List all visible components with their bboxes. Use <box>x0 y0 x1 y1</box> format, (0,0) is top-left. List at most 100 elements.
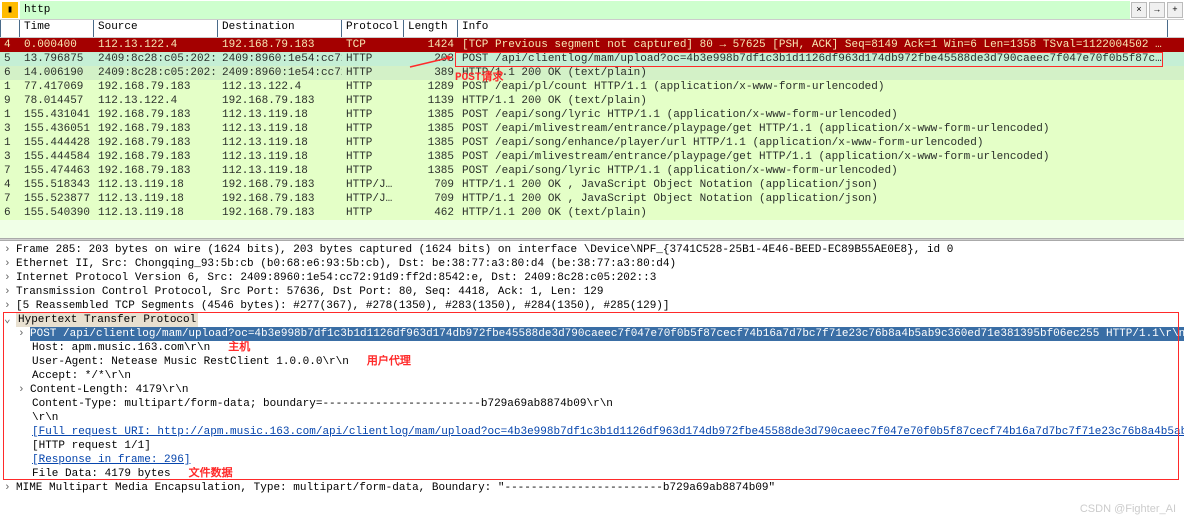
col-info[interactable]: Info <box>458 20 1168 37</box>
cell-proto: HTTP <box>342 108 404 122</box>
cell-src: 112.13.122.4 <box>94 94 218 108</box>
detail-crlf[interactable]: \r\n <box>32 411 58 425</box>
expand-toggle[interactable]: ⌄ <box>4 313 16 327</box>
cell-time: 155.518343 <box>20 178 94 192</box>
packet-row[interactable]: 978.014457112.13.122.4192.168.79.183HTTP… <box>0 94 1184 108</box>
expand-toggle[interactable]: › <box>4 481 16 495</box>
packet-row[interactable]: 7155.523877112.13.119.18192.168.79.183HT… <box>0 192 1184 206</box>
cell-len: 1385 <box>404 164 458 178</box>
packet-row[interactable]: 614.0061902409:8c28:c05:202::32409:8960:… <box>0 66 1184 80</box>
cell-len: 1385 <box>404 122 458 136</box>
detail-content-length[interactable]: Content-Length: 4179\r\n <box>30 383 188 397</box>
apply-filter-button[interactable]: → <box>1149 2 1165 18</box>
bookmark-icon[interactable]: ▮ <box>2 2 18 18</box>
cell-proto: HTTP <box>342 122 404 136</box>
cell-src: 112.13.119.18 <box>94 206 218 220</box>
display-filter-input[interactable] <box>20 1 1130 19</box>
cell-len: 1289 <box>404 80 458 94</box>
detail-ip[interactable]: Internet Protocol Version 6, Src: 2409:8… <box>16 271 656 285</box>
cell-info: [TCP Previous segment not captured] 80 →… <box>458 38 1168 52</box>
col-proto[interactable]: Protocol <box>342 20 404 37</box>
cell-src: 192.168.79.183 <box>94 80 218 94</box>
cell-src: 112.13.119.18 <box>94 178 218 192</box>
detail-host[interactable]: Host: apm.music.163.com\r\n <box>32 341 210 355</box>
detail-http-protocol[interactable]: Hypertext Transfer Protocol <box>16 313 198 327</box>
expand-toggle[interactable]: › <box>4 271 16 285</box>
detail-full-uri[interactable]: [Full request URI: http://apm.music.163.… <box>32 425 1184 439</box>
detail-ua[interactable]: User-Agent: Netease Music RestClient 1.0… <box>32 355 349 369</box>
cell-src: 2409:8c28:c05:202::3 <box>94 52 218 66</box>
packet-row[interactable]: 6155.540390112.13.119.18192.168.79.183HT… <box>0 206 1184 220</box>
cell-info: POST /eapi/song/lyric HTTP/1.1 (applicat… <box>458 108 1168 122</box>
cell-len: 709 <box>404 192 458 206</box>
packet-list-header: Time Source Destination Protocol Length … <box>0 20 1184 38</box>
cell-proto: HTTP <box>342 164 404 178</box>
expand-toggle[interactable]: › <box>18 383 30 397</box>
cell-info: HTTP/1.1 200 OK , JavaScript Object Nota… <box>458 178 1168 192</box>
cell-src: 112.13.122.4 <box>94 38 218 52</box>
cell-no: 4 <box>0 38 20 52</box>
annotation-label-host: 主机 <box>228 341 250 355</box>
cell-time: 155.523877 <box>20 192 94 206</box>
cell-time: 77.417069 <box>20 80 94 94</box>
detail-file-data[interactable]: File Data: 4179 bytes <box>32 467 171 481</box>
cell-time: 78.014457 <box>20 94 94 108</box>
detail-post-line[interactable]: POST /api/clientlog/mam/upload?oc=4b3e99… <box>30 327 1184 341</box>
cell-no: 4 <box>0 178 20 192</box>
detail-tcp[interactable]: Transmission Control Protocol, Src Port:… <box>16 285 604 299</box>
detail-accept[interactable]: Accept: */*\r\n <box>32 369 131 383</box>
cell-info: POST /eapi/mlivestream/entrance/playpage… <box>458 150 1168 164</box>
cell-proto: HTTP/J… <box>342 192 404 206</box>
packet-row[interactable]: 1155.431041192.168.79.183112.13.119.18HT… <box>0 108 1184 122</box>
cell-dst: 2409:8960:1e54:cc72… <box>218 66 342 80</box>
annotation-label-post: POST请求 <box>455 68 503 84</box>
cell-proto: HTTP <box>342 94 404 108</box>
cell-info: POST /eapi/song/enhance/player/url HTTP/… <box>458 136 1168 150</box>
detail-reassembled[interactable]: [5 Reassembled TCP Segments (4546 bytes)… <box>16 299 670 313</box>
cell-dst: 112.13.119.18 <box>218 164 342 178</box>
cell-time: 0.000400 <box>20 38 94 52</box>
cell-len: 1424 <box>404 38 458 52</box>
cell-src: 192.168.79.183 <box>94 136 218 150</box>
cell-proto: HTTP <box>342 52 404 66</box>
packet-details[interactable]: ›Frame 285: 203 bytes on wire (1624 bits… <box>0 241 1184 496</box>
packet-row[interactable]: 3155.436051192.168.79.183112.13.119.18HT… <box>0 122 1184 136</box>
cell-len: 1385 <box>404 150 458 164</box>
packet-row[interactable]: 177.417069192.168.79.183112.13.122.4HTTP… <box>0 80 1184 94</box>
packet-row[interactable]: 40.000400112.13.122.4192.168.79.183TCP14… <box>0 38 1184 52</box>
col-dst[interactable]: Destination <box>218 20 342 37</box>
add-filter-button[interactable]: + <box>1167 2 1183 18</box>
packet-row[interactable]: 4155.518343112.13.119.18192.168.79.183HT… <box>0 178 1184 192</box>
expand-toggle[interactable]: › <box>4 257 16 271</box>
annotation-arrow <box>410 55 458 69</box>
packet-row[interactable]: 1155.444428192.168.79.183112.13.119.18HT… <box>0 136 1184 150</box>
col-time[interactable]: Time <box>20 20 94 37</box>
cell-no: 7 <box>0 192 20 206</box>
expand-toggle[interactable]: › <box>18 327 30 341</box>
cell-len: 1385 <box>404 108 458 122</box>
detail-content-type[interactable]: Content-Type: multipart/form-data; bound… <box>32 397 613 411</box>
cell-no: 9 <box>0 94 20 108</box>
detail-eth[interactable]: Ethernet II, Src: Chongqing_93:5b:cb (b0… <box>16 257 676 271</box>
cell-info: HTTP/1.1 200 OK (text/plain) <box>458 206 1168 220</box>
packet-row[interactable]: 7155.474463192.168.79.183112.13.119.18HT… <box>0 164 1184 178</box>
col-no[interactable] <box>0 20 20 37</box>
col-src[interactable]: Source <box>94 20 218 37</box>
cell-info: POST /eapi/mlivestream/entrance/playpage… <box>458 122 1168 136</box>
expand-toggle[interactable]: › <box>4 285 16 299</box>
packet-row[interactable]: 3155.444584192.168.79.183112.13.119.18HT… <box>0 150 1184 164</box>
col-len[interactable]: Length <box>404 20 458 37</box>
detail-http-request[interactable]: [HTTP request 1/1] <box>32 439 151 453</box>
packet-row[interactable]: 513.7968752409:8c28:c05:202::32409:8960:… <box>0 52 1184 66</box>
detail-frame[interactable]: Frame 285: 203 bytes on wire (1624 bits)… <box>16 243 953 257</box>
clear-filter-button[interactable]: × <box>1131 2 1147 18</box>
cell-info: HTTP/1.1 200 OK (text/plain) <box>458 66 1168 80</box>
display-filter-bar: ▮ × → + <box>0 0 1184 20</box>
cell-len: 1139 <box>404 94 458 108</box>
expand-toggle[interactable]: › <box>4 243 16 257</box>
cell-src: 2409:8c28:c05:202::3 <box>94 66 218 80</box>
packet-list[interactable]: POST请求 40.000400112.13.122.4192.168.79.1… <box>0 38 1184 238</box>
detail-mime[interactable]: MIME Multipart Media Encapsulation, Type… <box>16 481 775 495</box>
detail-response-in-frame[interactable]: [Response in frame: 296] <box>32 453 190 467</box>
expand-toggle[interactable]: › <box>4 299 16 313</box>
